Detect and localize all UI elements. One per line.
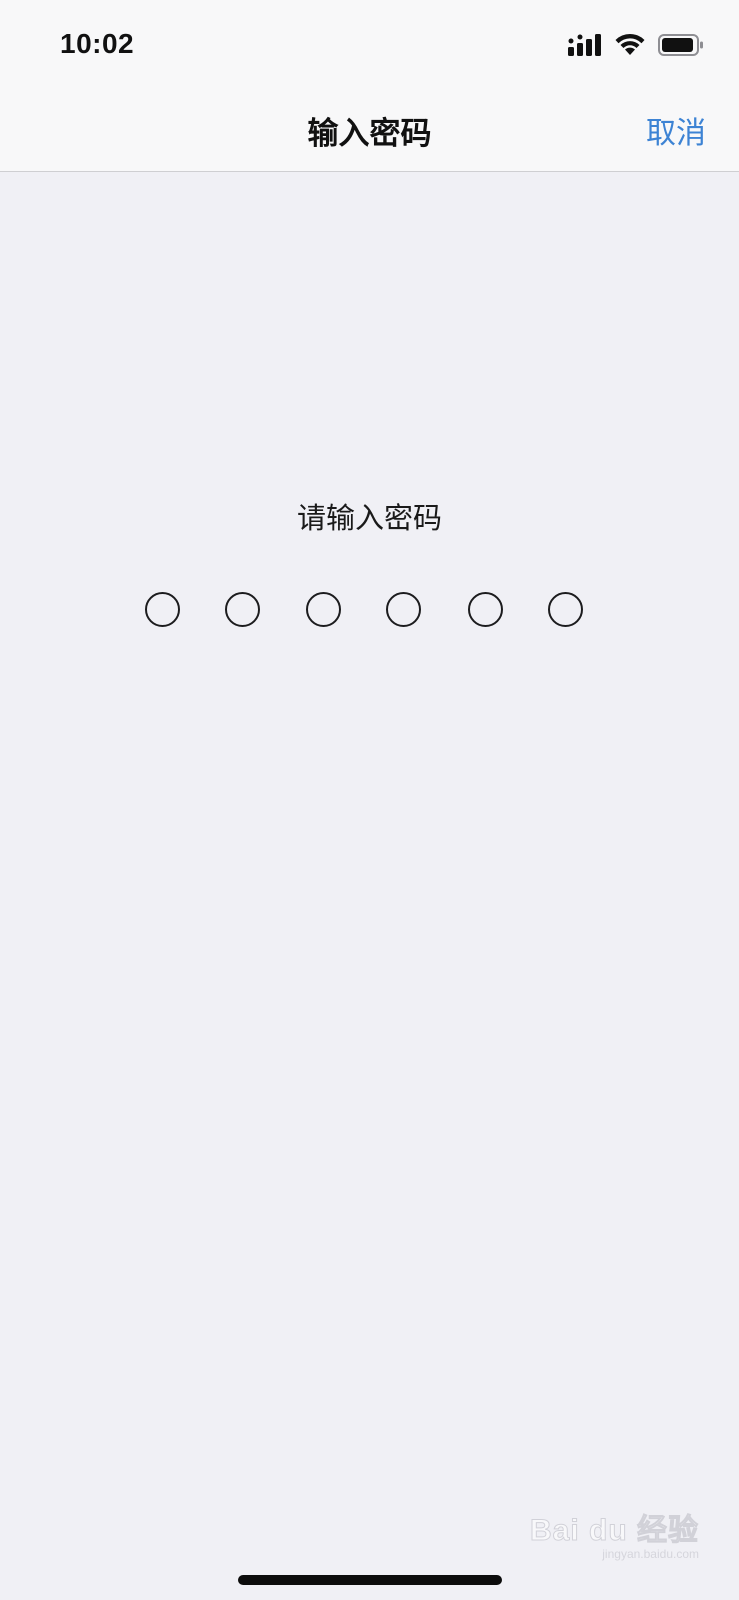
passcode-dot <box>386 592 421 627</box>
signal-icon <box>568 34 602 60</box>
passcode-dot <box>548 592 583 627</box>
passcode-screen: 10:02 输入密码 取消 请输入密码 Bai du 经验 jingyan.ba… <box>0 0 739 1600</box>
page-title: 输入密码 <box>307 116 432 152</box>
passcode-dots[interactable] <box>0 592 739 628</box>
passcode-dot <box>468 592 503 627</box>
passcode-dot <box>306 592 341 627</box>
passcode-dot <box>225 592 260 627</box>
watermark-logo: Bai du 经验 jingyan.baidu.com <box>529 1505 699 1562</box>
status-time: 10:02 <box>60 28 135 59</box>
top-bar: 10:02 输入密码 取消 <box>0 0 739 172</box>
passcode-prompt: 请输入密码 <box>296 501 442 535</box>
passcode-dot <box>145 592 180 627</box>
cancel-button[interactable]: 取消 <box>646 108 706 152</box>
watermark-url: jingyan.baidu.com <box>602 1547 699 1561</box>
battery-icon <box>658 33 704 61</box>
watermark-text: Bai du 经验 <box>529 1514 699 1548</box>
wifi-icon <box>614 33 646 61</box>
home-indicator[interactable] <box>238 1575 502 1585</box>
status-icons <box>568 33 704 61</box>
